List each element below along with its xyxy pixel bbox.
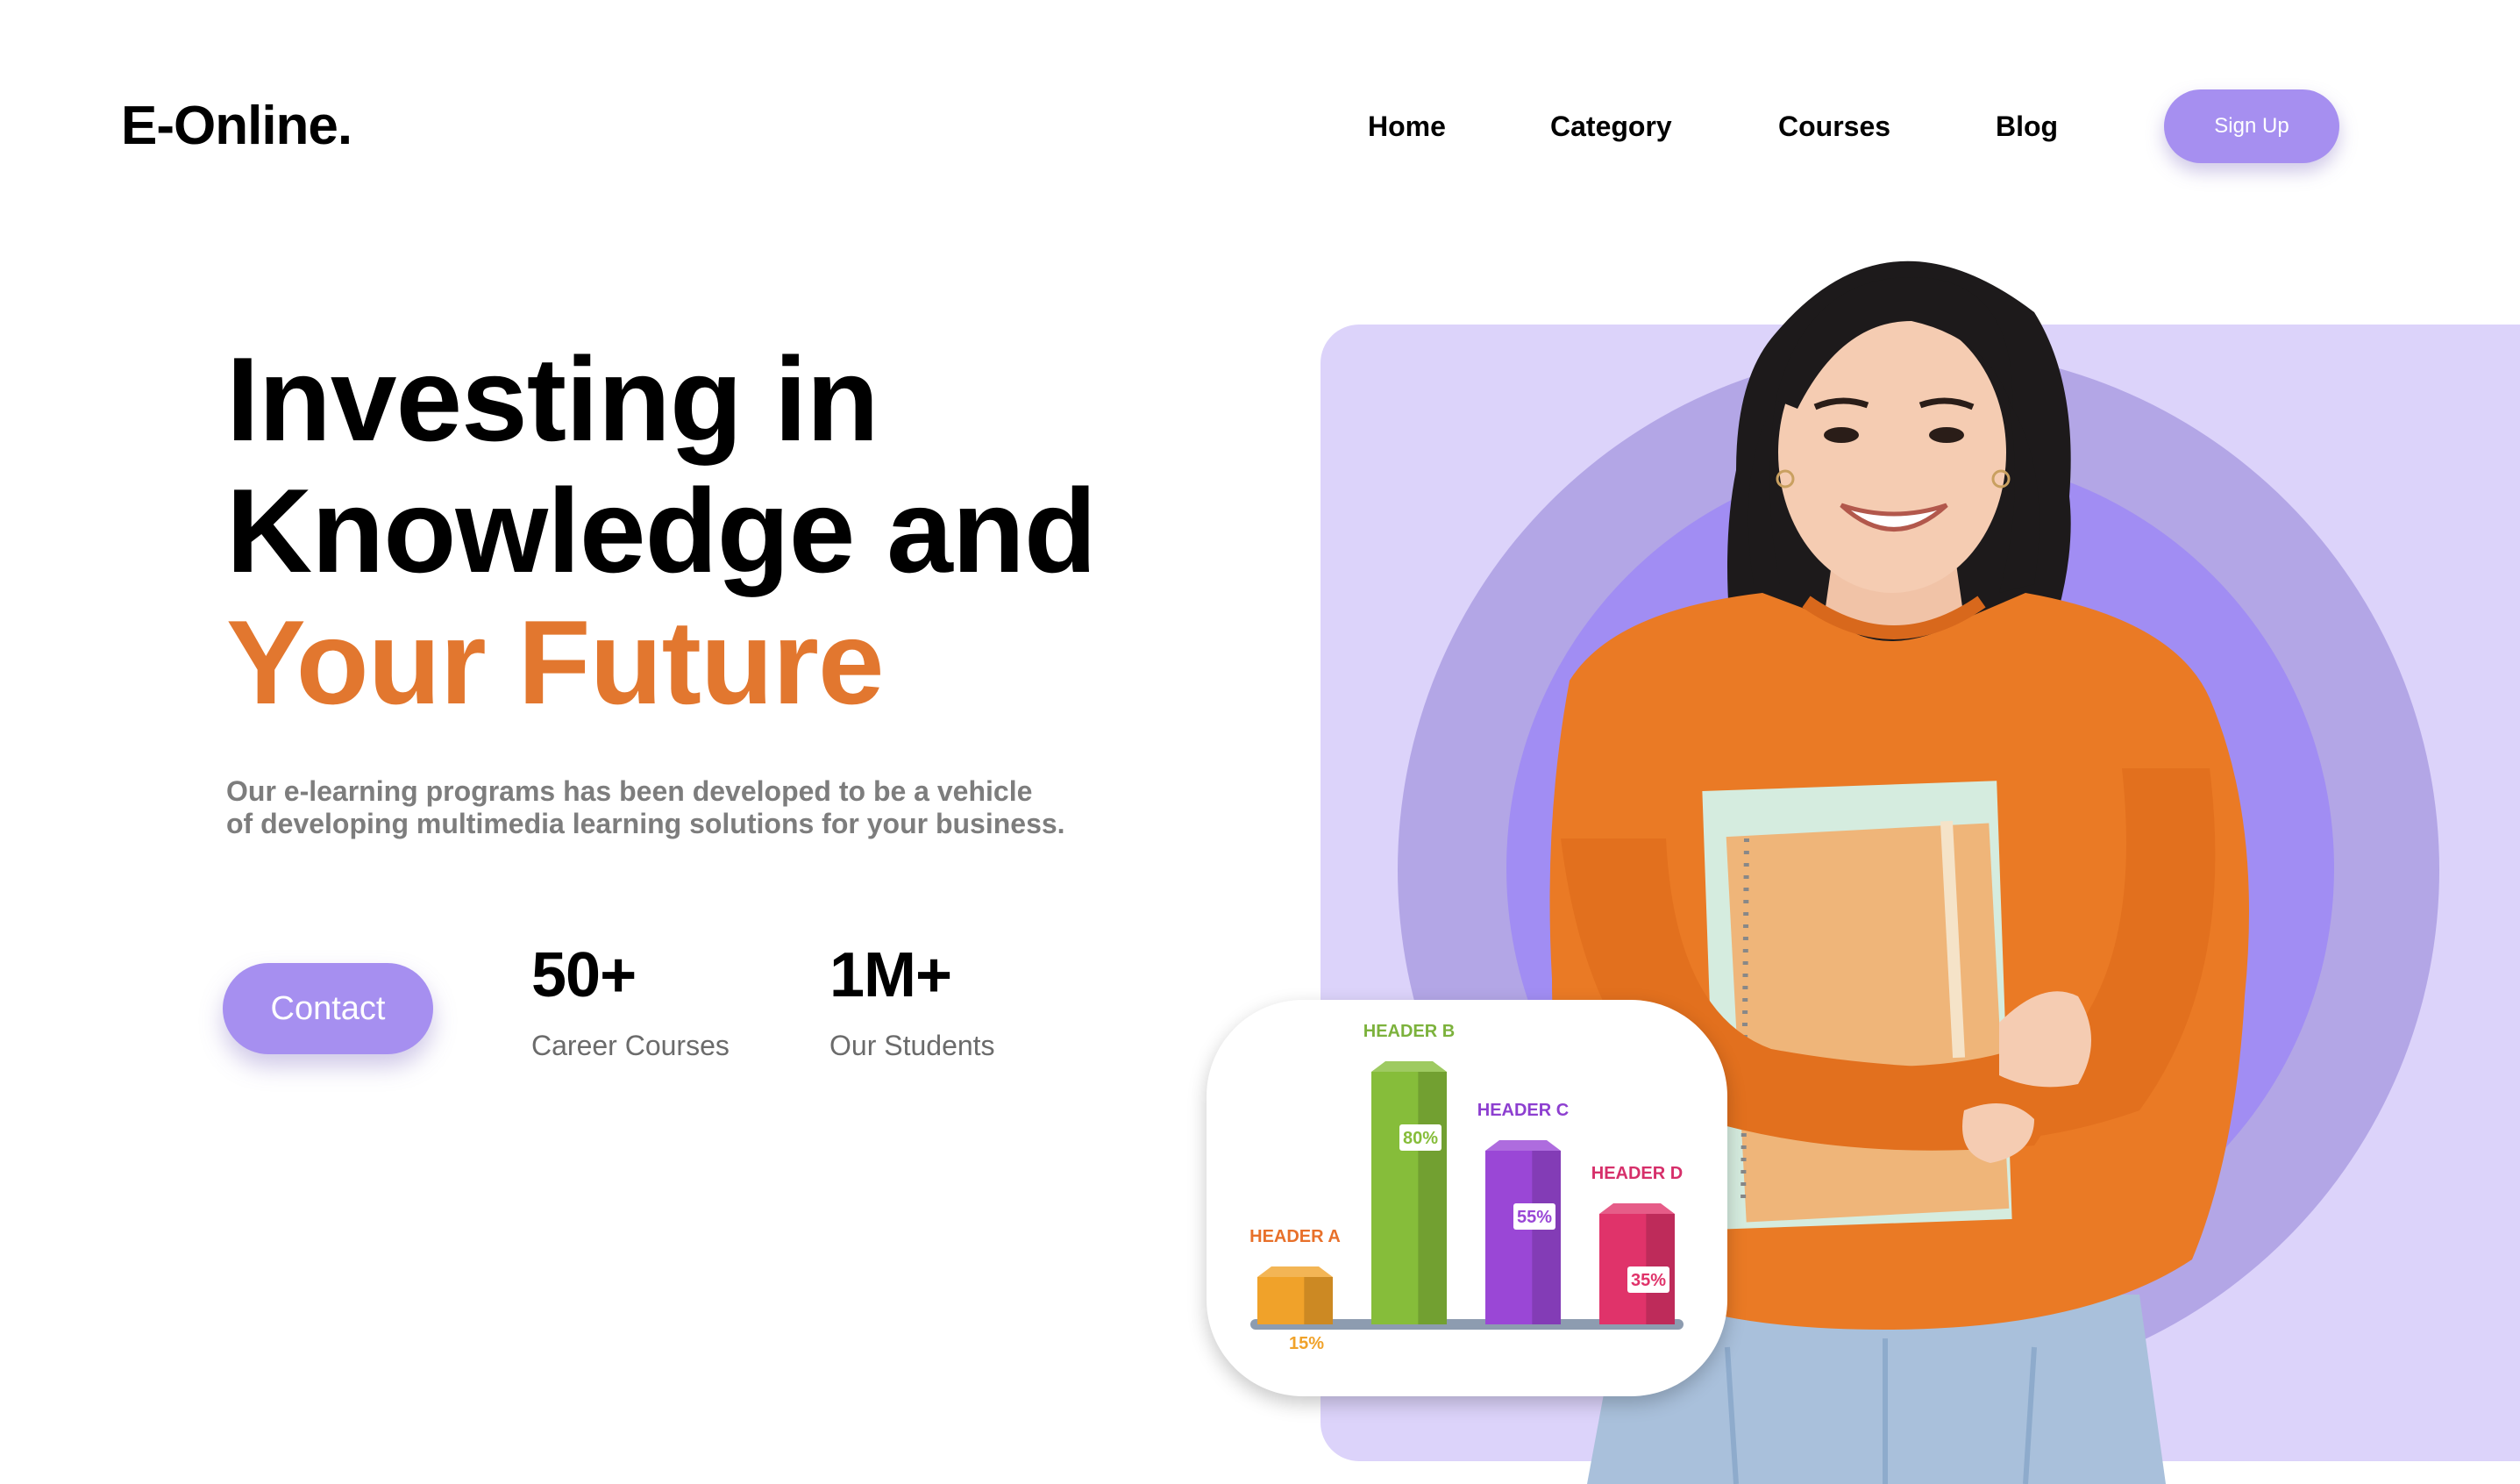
chart-bar-cap — [1485, 1140, 1561, 1151]
hero-subtitle: Our e-learning programs has been develop… — [226, 775, 1103, 840]
stat-value: 1M+ — [829, 940, 952, 1010]
nav-courses[interactable]: Courses — [1778, 103, 1890, 149]
chart-category-label: HEADER D — [1591, 1164, 1683, 1183]
nav-blog[interactable]: Blog — [1996, 103, 2058, 149]
stat-value: 50+ — [531, 940, 637, 1010]
headline-line-2: Knowledge and — [226, 464, 1097, 597]
hero-headline: Investing in Knowledge and Your Future — [226, 332, 1097, 729]
bar-chart-card: 15% HEADER A 80% HEADER B 55% HEADER C 35% HEAD… — [1207, 1000, 1727, 1396]
nav-home[interactable]: Home — [1368, 103, 1446, 149]
chart-data-label: 55% — [1517, 1208, 1552, 1227]
chart-data-label: 80% — [1403, 1129, 1438, 1148]
stat-label: Our Students — [829, 1030, 995, 1061]
stat-students: 1M+ Our Students — [829, 938, 995, 1063]
chart-data-label: 15% — [1289, 1334, 1324, 1353]
chart-category-label: HEADER C — [1477, 1101, 1569, 1120]
headline-line-3-accent: Your Future — [226, 596, 885, 729]
chart-bar-cap — [1371, 1061, 1447, 1072]
nav-category[interactable]: Category — [1550, 103, 1672, 149]
chart-bar-cap — [1257, 1266, 1333, 1277]
stat-courses: 50+ Career Courses — [531, 938, 730, 1063]
sign-up-button[interactable]: Sign Up — [2164, 89, 2339, 163]
chart-bar-shade — [1532, 1151, 1561, 1324]
stat-label: Career Courses — [531, 1030, 730, 1061]
chart-bar-cap — [1599, 1203, 1675, 1214]
chart-data-label: 35% — [1631, 1271, 1666, 1290]
logo[interactable]: E-Online. — [121, 95, 352, 158]
contact-button[interactable]: Contact — [223, 963, 433, 1054]
chart-bar-shade — [1418, 1072, 1447, 1324]
chart-bar-group: 15% HEADER A — [1249, 1227, 1341, 1356]
chart-category-label: HEADER A — [1249, 1227, 1341, 1246]
bar-chart: 15% HEADER A 80% HEADER B 55% HEADER C 35% HEAD… — [1249, 1022, 1684, 1356]
subtitle-line-1: Our e-learning programs has been develop… — [226, 775, 1033, 807]
subtitle-line-2: of developing multimedia learning soluti… — [226, 808, 1065, 839]
chart-category-label: HEADER B — [1363, 1022, 1455, 1041]
headline-line-1: Investing in — [226, 332, 879, 466]
chart-bar-shade — [1304, 1277, 1333, 1324]
chart-bar-group: 80% HEADER B — [1363, 1022, 1455, 1324]
chart-bar-group: 35% HEADER D — [1591, 1164, 1683, 1324]
chart-bar-group: 55% HEADER C — [1477, 1101, 1569, 1324]
